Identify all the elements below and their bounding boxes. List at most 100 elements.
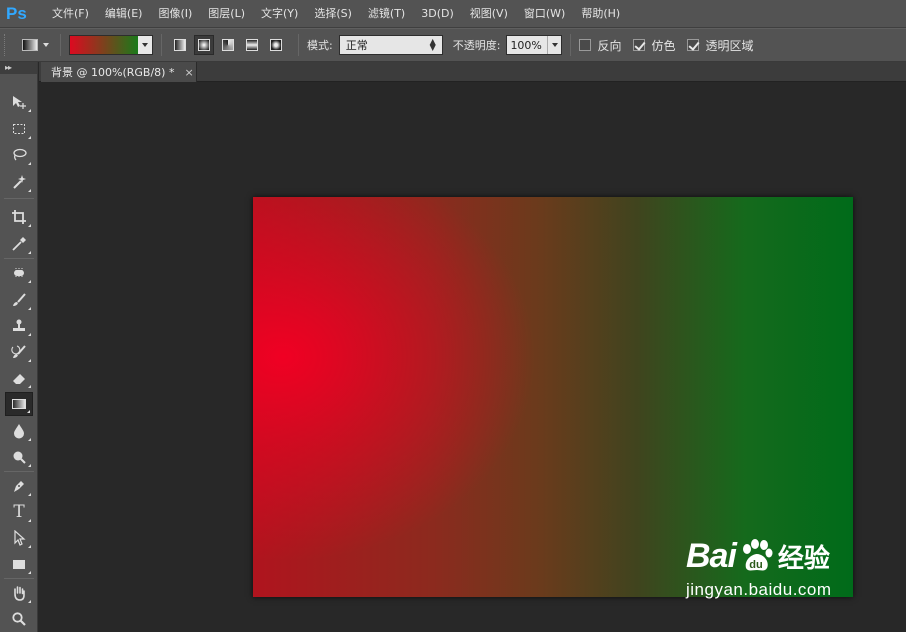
up-down-arrows-icon: ▲ ▼ [429,37,436,52]
clone-stamp-tool-icon [13,319,25,331]
magic-wand-tool-icon [13,175,26,189]
divider [60,34,61,56]
rectangle-tool-icon [13,560,25,569]
svg-text:du: du [749,559,762,571]
mode-value: 正常 [345,39,368,52]
marquee-tool-icon [13,124,25,134]
mode-label: 模式: [307,39,333,52]
document-tab[interactable]: 背景 @ 100%(RGB/8) * × [41,62,197,82]
gradient-preview[interactable] [70,36,138,54]
watermark-url: jingyan.baidu.com [686,580,832,599]
reverse-checkbox[interactable]: 反向 [579,37,621,54]
clone-stamp-tool[interactable] [5,314,33,338]
baidu-jingyan-watermark: Bai du 经验 jingyan.baidu.com [686,534,866,610]
blur-tool[interactable] [5,419,33,443]
dodge-tool-icon [13,451,26,464]
reflected-gradient-icon [246,39,258,51]
brush-tool-icon [13,293,26,306]
menu-3d[interactable]: 3D(D) [413,0,462,28]
eraser-tool[interactable] [5,366,33,390]
zoom-tool[interactable] [5,607,33,631]
type-tool[interactable]: T [5,500,33,524]
gradient-dropdown-button[interactable] [138,36,152,54]
tools-panel: ▸▸ T [0,62,38,632]
crop-tool-icon [12,210,26,224]
diamond-gradient-button[interactable] [266,35,286,55]
linear-gradient-icon [174,39,186,51]
checkbox-icon[interactable] [687,39,700,51]
dodge-tool[interactable] [5,445,33,469]
menu-filter[interactable]: 滤镜(T) [360,0,413,28]
angle-gradient-button[interactable] [218,35,238,55]
watermark-brand-suffix: 经验 [777,543,830,574]
menu-help[interactable]: 帮助(H) [573,0,628,28]
menu-image[interactable]: 图像(I) [150,0,200,28]
menu-select[interactable]: 选择(S) [306,0,360,28]
eyedropper-tool-icon [12,237,26,251]
hand-tool-icon [14,586,25,601]
gradient-tool-preset-icon [22,39,38,51]
menu-file[interactable]: 文件(F) [44,0,97,28]
close-icon[interactable]: × [184,66,193,79]
history-brush-tool[interactable] [5,340,33,364]
menu-edit[interactable]: 编辑(E) [97,0,151,28]
move-tool[interactable] [5,90,33,114]
document-tab-title: 背景 @ 100%(RGB/8) * [51,66,175,79]
menu-type[interactable]: 文字(Y) [253,0,306,28]
opacity-value[interactable]: 100% [507,39,547,52]
lasso-tool-icon [13,148,27,161]
eraser-tool-icon [13,374,25,384]
menu-layer[interactable]: 图层(L) [200,0,253,28]
reflected-gradient-button[interactable] [242,35,262,55]
brush-tool[interactable] [5,288,33,312]
linear-gradient-button[interactable] [170,35,190,55]
rectangle-tool[interactable] [5,552,33,576]
watermark-brand-prefix: Bai [686,536,737,575]
blur-tool-icon [14,424,24,439]
menu-view[interactable]: 视图(V) [462,0,516,28]
gradient-tool[interactable] [5,392,33,416]
reverse-label: 反向 [597,38,622,53]
transparency-label: 透明区域 [705,38,754,53]
checkbox-icon[interactable] [579,39,592,51]
opacity-field[interactable]: 100% [506,35,563,55]
tool-preset-picker[interactable] [22,33,52,57]
angle-gradient-icon [222,39,234,51]
move-tool-icon [13,96,26,109]
pen-tool[interactable] [5,474,33,498]
history-brush-tool-icon [11,345,26,358]
checkbox-icon[interactable] [633,39,646,51]
diamond-gradient-icon [270,39,282,51]
options-grip[interactable] [4,34,12,56]
crop-tool[interactable] [5,205,33,229]
radial-gradient-button[interactable] [194,35,214,55]
menu-window[interactable]: 窗口(W) [516,0,573,28]
path-selection-tool[interactable] [5,526,33,550]
dither-label: 仿色 [651,38,676,53]
opacity-label: 不透明度: [452,39,501,52]
lasso-tool[interactable] [5,143,33,167]
gradient-picker[interactable] [69,35,153,55]
divider [570,34,572,56]
healing-brush-tool[interactable] [5,261,33,285]
collapse-icon[interactable]: ▸▸ [5,63,12,72]
document-tab-bar: 背景 @ 100%(RGB/8) * × [39,62,906,82]
photoshop-window: Ps 文件(F) 编辑(E) 图像(I) 图层(L) 文字(Y) 选择(S) 滤… [0,0,906,632]
path-selection-tool-icon [14,530,26,546]
type-tool-icon: T [13,502,25,522]
transparency-checkbox[interactable]: 透明区域 [687,37,753,54]
ps-logo: Ps [6,3,27,23]
options-bar: 模式: 正常 ▲ ▼ 不透明度: 100% 反向 仿色 透明区域 [0,28,906,62]
hand-tool[interactable] [5,581,33,605]
magic-wand-tool[interactable] [5,170,33,194]
chevron-down-icon [551,43,558,47]
divider [298,34,299,56]
tools-panel-header[interactable]: ▸▸ [0,62,37,74]
marquee-tool[interactable] [5,117,33,141]
dither-checkbox[interactable]: 仿色 [633,37,675,54]
radial-gradient-icon [198,39,210,51]
opacity-dropdown-button[interactable] [547,36,561,54]
mode-select[interactable]: 正常 ▲ ▼ [338,35,443,55]
eyedropper-tool[interactable] [5,232,33,256]
pen-tool-icon [14,481,24,492]
